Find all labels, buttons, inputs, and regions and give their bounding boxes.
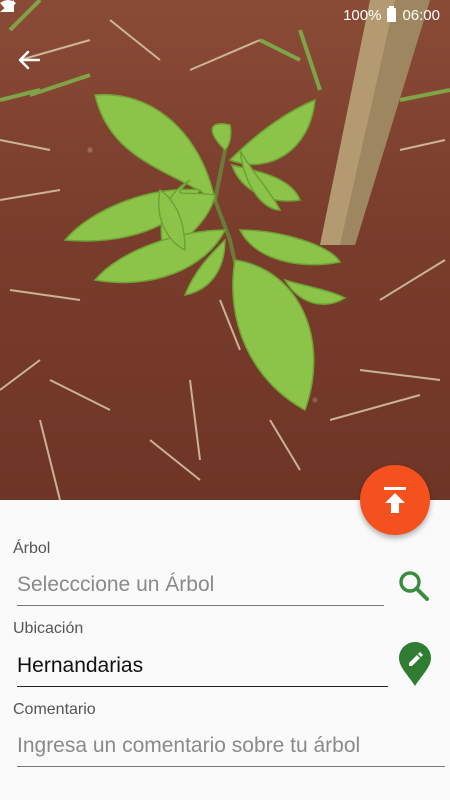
location-field[interactable]: Hernandarias	[17, 653, 388, 687]
location-edit-button[interactable]	[398, 640, 432, 688]
status-time: 06:00	[402, 6, 440, 24]
tree-search-button[interactable]	[396, 568, 432, 604]
battery-percent: 100%	[343, 6, 382, 24]
tree-select-field[interactable]: Selecccione un Árbol	[17, 572, 384, 606]
plant-photo-illustration	[0, 0, 450, 500]
plant-photo: 100% 06:00	[0, 0, 450, 500]
signal-icon	[0, 0, 14, 12]
search-icon	[399, 571, 429, 601]
map-pin-edit-icon	[399, 642, 431, 686]
comment-label: Comentario	[13, 701, 96, 718]
location-label: Ubicación	[13, 620, 84, 637]
battery-icon	[387, 6, 397, 22]
upload-button[interactable]	[360, 465, 430, 535]
status-bar: 100% 06:00	[0, 0, 450, 30]
tree-form: Árbol Selecccione un Árbol Ubicación Her…	[0, 500, 450, 800]
upload-icon	[384, 487, 406, 513]
arrow-left-icon	[18, 50, 40, 70]
tree-label: Árbol	[13, 540, 51, 557]
comment-field[interactable]: Ingresa un comentario sobre tu árbol	[17, 733, 445, 767]
back-button[interactable]	[18, 50, 52, 80]
